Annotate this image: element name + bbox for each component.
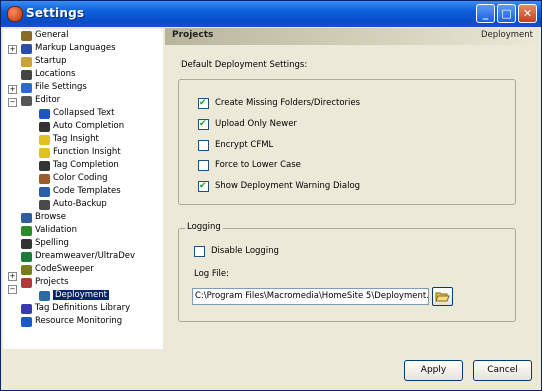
tree-item-general[interactable]: General	[21, 29, 69, 42]
app-icon	[7, 6, 23, 22]
auto-completion-icon	[39, 121, 50, 132]
settings-window: Settings _ □ ✕ + + − + − General Markup …	[0, 0, 542, 391]
folder-open-icon	[435, 292, 450, 302]
tree-item-startup[interactable]: Startup	[21, 55, 67, 68]
disable-logging-checkbox[interactable]: Disable Logging	[194, 245, 279, 257]
tree-item-color-coding[interactable]: Color Coding	[39, 172, 108, 185]
log-file-label: Log File:	[194, 269, 229, 279]
upload-only-newer-checkbox[interactable]: Upload Only Newer	[198, 118, 297, 130]
tree-item-locations[interactable]: Locations	[21, 68, 75, 81]
collapse-projects-icon[interactable]: −	[8, 285, 17, 294]
tree-item-spelling[interactable]: Spelling	[21, 237, 69, 250]
tree-item-collapsed-text[interactable]: Collapsed Text	[39, 107, 114, 120]
settings-tree[interactable]: + + − + − General Markup Languages Start…	[3, 29, 163, 349]
tree-item-projects[interactable]: Projects	[21, 276, 69, 289]
color-coding-icon	[39, 173, 50, 184]
auto-backup-icon	[39, 199, 50, 210]
expand-markup-icon[interactable]: +	[8, 45, 17, 54]
deployment-settings-label: Default Deployment Settings:	[181, 60, 308, 70]
tree-item-dreamweaver[interactable]: Dreamweaver/UltraDev	[21, 250, 135, 263]
startup-icon	[21, 56, 32, 67]
checkbox-checked-icon	[198, 180, 209, 192]
minimize-button[interactable]: _	[476, 4, 495, 23]
tree-item-resource-monitoring[interactable]: Resource Monitoring	[21, 315, 122, 328]
tree-item-deployment[interactable]: Deployment	[39, 289, 109, 302]
dreamweaver-icon	[21, 251, 32, 262]
tree-item-browse[interactable]: Browse	[21, 211, 66, 224]
encrypt-cfml-checkbox[interactable]: Encrypt CFML	[198, 139, 273, 151]
tree-item-function-insight[interactable]: Function Insight	[39, 146, 121, 159]
collapsed-text-icon	[39, 108, 50, 119]
window-title: Settings	[26, 6, 85, 20]
projects-icon	[21, 277, 32, 288]
browse-icon	[21, 212, 32, 223]
collapse-editor-icon[interactable]: −	[8, 98, 17, 107]
force-lower-case-checkbox[interactable]: Force to Lower Case	[198, 159, 301, 171]
close-icon: ✕	[522, 7, 533, 20]
spelling-icon	[21, 238, 32, 249]
tree-item-code-templates[interactable]: Code Templates	[39, 185, 121, 198]
maximize-icon: □	[501, 7, 512, 20]
tag-completion-icon	[39, 160, 50, 171]
checkbox-unchecked-icon	[198, 139, 209, 151]
logging-group-label: Logging	[185, 222, 223, 232]
gear-icon	[21, 30, 32, 41]
tree-item-codesweeper[interactable]: CodeSweeper	[21, 263, 94, 276]
checkbox-checked-icon	[198, 118, 209, 130]
close-button[interactable]: ✕	[518, 4, 537, 23]
code-templates-icon	[39, 186, 50, 197]
resource-monitoring-icon	[21, 316, 32, 327]
tree-item-auto-backup[interactable]: Auto-Backup	[39, 198, 107, 211]
log-file-input[interactable]: C:\Program Files\Macromedia\HomeSite 5\D…	[192, 288, 429, 305]
markup-icon	[21, 43, 32, 54]
expand-codesweeper-icon[interactable]: +	[8, 272, 17, 281]
browse-log-file-button[interactable]	[432, 287, 453, 306]
tree-item-tag-definitions-library[interactable]: Tag Definitions Library	[21, 302, 130, 315]
panel-header-page: Deployment	[481, 30, 533, 40]
tree-item-file-settings[interactable]: File Settings	[21, 81, 87, 94]
codesweeper-icon	[21, 264, 32, 275]
function-insight-icon	[39, 147, 50, 158]
tree-item-validation[interactable]: Validation	[21, 224, 77, 237]
tree-item-markup-languages[interactable]: Markup Languages	[21, 42, 116, 55]
deployment-icon	[39, 290, 50, 301]
editor-icon	[21, 95, 32, 106]
expand-file-settings-icon[interactable]: +	[8, 85, 17, 94]
tree-item-tag-insight[interactable]: Tag Insight	[39, 133, 99, 146]
checkbox-checked-icon	[198, 97, 209, 109]
cancel-button[interactable]: Cancel	[473, 360, 532, 381]
validation-icon	[21, 225, 32, 236]
minimize-icon: _	[482, 7, 489, 20]
panel-header: Projects Deployment	[165, 28, 541, 45]
maximize-button[interactable]: □	[497, 4, 516, 23]
tree-item-editor[interactable]: Editor	[21, 94, 60, 107]
tag-library-icon	[21, 303, 32, 314]
tag-insight-icon	[39, 134, 50, 145]
checkbox-unchecked-icon	[198, 159, 209, 171]
tree-item-tag-completion[interactable]: Tag Completion	[39, 159, 119, 172]
title-bar[interactable]: Settings _ □ ✕	[1, 1, 541, 27]
locations-icon	[21, 69, 32, 80]
show-warning-dialog-checkbox[interactable]: Show Deployment Warning Dialog	[198, 180, 360, 192]
apply-button[interactable]: Apply	[404, 360, 463, 381]
checkbox-unchecked-icon	[194, 245, 205, 257]
panel-header-section: Projects	[172, 30, 214, 40]
create-missing-folders-checkbox[interactable]: Create Missing Folders/Directories	[198, 97, 360, 109]
tree-item-auto-completion[interactable]: Auto Completion	[39, 120, 124, 133]
file-icon	[21, 82, 32, 93]
